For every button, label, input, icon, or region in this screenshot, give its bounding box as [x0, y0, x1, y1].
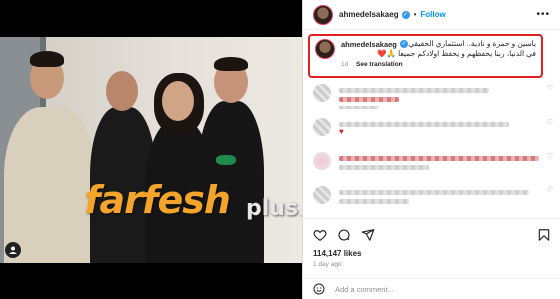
- comment-text: [339, 97, 399, 102]
- list-item: ♡: [313, 186, 553, 212]
- comment-avatar[interactable]: [313, 84, 331, 102]
- bookmark-icon[interactable]: [537, 228, 551, 242]
- action-icons: [313, 227, 551, 243]
- comment-body: [339, 152, 553, 170]
- separator-dot: •: [413, 10, 417, 19]
- follow-button[interactable]: Follow: [420, 10, 445, 19]
- comment-like-icon[interactable]: ♡: [547, 84, 553, 92]
- photo-person-1: [4, 107, 96, 263]
- heart-emoji-icon: ♥: [339, 127, 344, 136]
- more-icon[interactable]: •••: [536, 9, 550, 20]
- list-item: ♥ ♡: [313, 118, 553, 144]
- post-username[interactable]: ahmedelsakaeg: [339, 10, 399, 19]
- watermark-brand: farfesh: [84, 178, 231, 222]
- avatar[interactable]: [313, 4, 333, 25]
- photo-hoodie-logo: [216, 155, 236, 165]
- caption-username[interactable]: ahmedelsakaeg: [341, 40, 397, 49]
- photo-hair-1: [30, 51, 64, 67]
- comment-meta: [339, 106, 379, 109]
- see-translation-link[interactable]: See translation: [356, 61, 403, 68]
- comment-text: [339, 165, 429, 170]
- comment-like-icon[interactable]: ♡: [547, 186, 553, 194]
- photo-head-2: [106, 71, 138, 111]
- photo-hair-4: [214, 57, 248, 71]
- caption-meta: 1d See translation: [341, 61, 536, 68]
- comment-icon[interactable]: [337, 228, 351, 242]
- comment-like-icon[interactable]: ♡: [547, 118, 553, 126]
- post-photo[interactable]: [0, 37, 302, 263]
- tag-user-icon[interactable]: [5, 242, 21, 258]
- caption-text-1: ياسين و حمزة و نادية.. استثماري الحقيقي: [408, 39, 536, 48]
- comment-body: [339, 84, 553, 109]
- caption-text-2: في الدنيا، ربنا يحفظهم و يحفظ اولادكم جم…: [377, 49, 536, 58]
- comment-avatar[interactable]: [313, 186, 331, 204]
- comment-composer: Add a comment...: [303, 278, 560, 299]
- likes-count[interactable]: 114,147 likes: [313, 249, 551, 258]
- comment-text: [339, 190, 529, 195]
- list-item: ♡: [313, 152, 553, 178]
- comment-body: ♥: [339, 118, 553, 136]
- comment-input[interactable]: Add a comment...: [335, 285, 394, 294]
- media-pane: farfesh plus.com: [0, 0, 357, 299]
- comment-list: ♡ ♥ ♡ ♡ ♡: [313, 84, 553, 220]
- comment-body: [339, 186, 553, 204]
- caption-body: ahmedelsakaeg ✓ ياسين و حمزة و نادية.. ا…: [341, 39, 536, 73]
- caption-block: ahmedelsakaeg ✓ ياسين و حمزة و نادية.. ا…: [308, 34, 543, 78]
- photo-head-3: [162, 81, 194, 121]
- comment-text: [339, 156, 539, 161]
- post-timestamp: 1 day ago: [313, 261, 342, 268]
- post-header: ahmedelsakaeg ✓ • Follow •••: [303, 0, 560, 30]
- verified-icon: ✓: [399, 40, 408, 48]
- caption-avatar[interactable]: [315, 39, 335, 59]
- emoji-icon[interactable]: [313, 283, 325, 295]
- action-bar: 114,147 likes 1 day ago: [303, 218, 560, 268]
- list-item: ♡: [313, 84, 553, 110]
- post-sidebar: ahmedelsakaeg ✓ • Follow ••• ahmedelsaka…: [302, 0, 560, 299]
- comment-avatar[interactable]: [313, 118, 331, 136]
- comment-text: [339, 88, 489, 93]
- heart-icon[interactable]: [313, 228, 327, 242]
- caption-age: 1d: [341, 61, 349, 68]
- instagram-post-viewer: farfesh plus.com ahmedelsakaeg ✓ • Follo…: [0, 0, 560, 299]
- comment-like-icon[interactable]: ♡: [547, 152, 553, 160]
- comment-avatar[interactable]: [313, 152, 331, 170]
- share-icon[interactable]: [361, 228, 375, 242]
- comment-text: [339, 199, 409, 204]
- verified-icon: ✓: [401, 10, 410, 19]
- caption-line-1: ahmedelsakaeg ✓ ياسين و حمزة و نادية.. ا…: [341, 39, 536, 49]
